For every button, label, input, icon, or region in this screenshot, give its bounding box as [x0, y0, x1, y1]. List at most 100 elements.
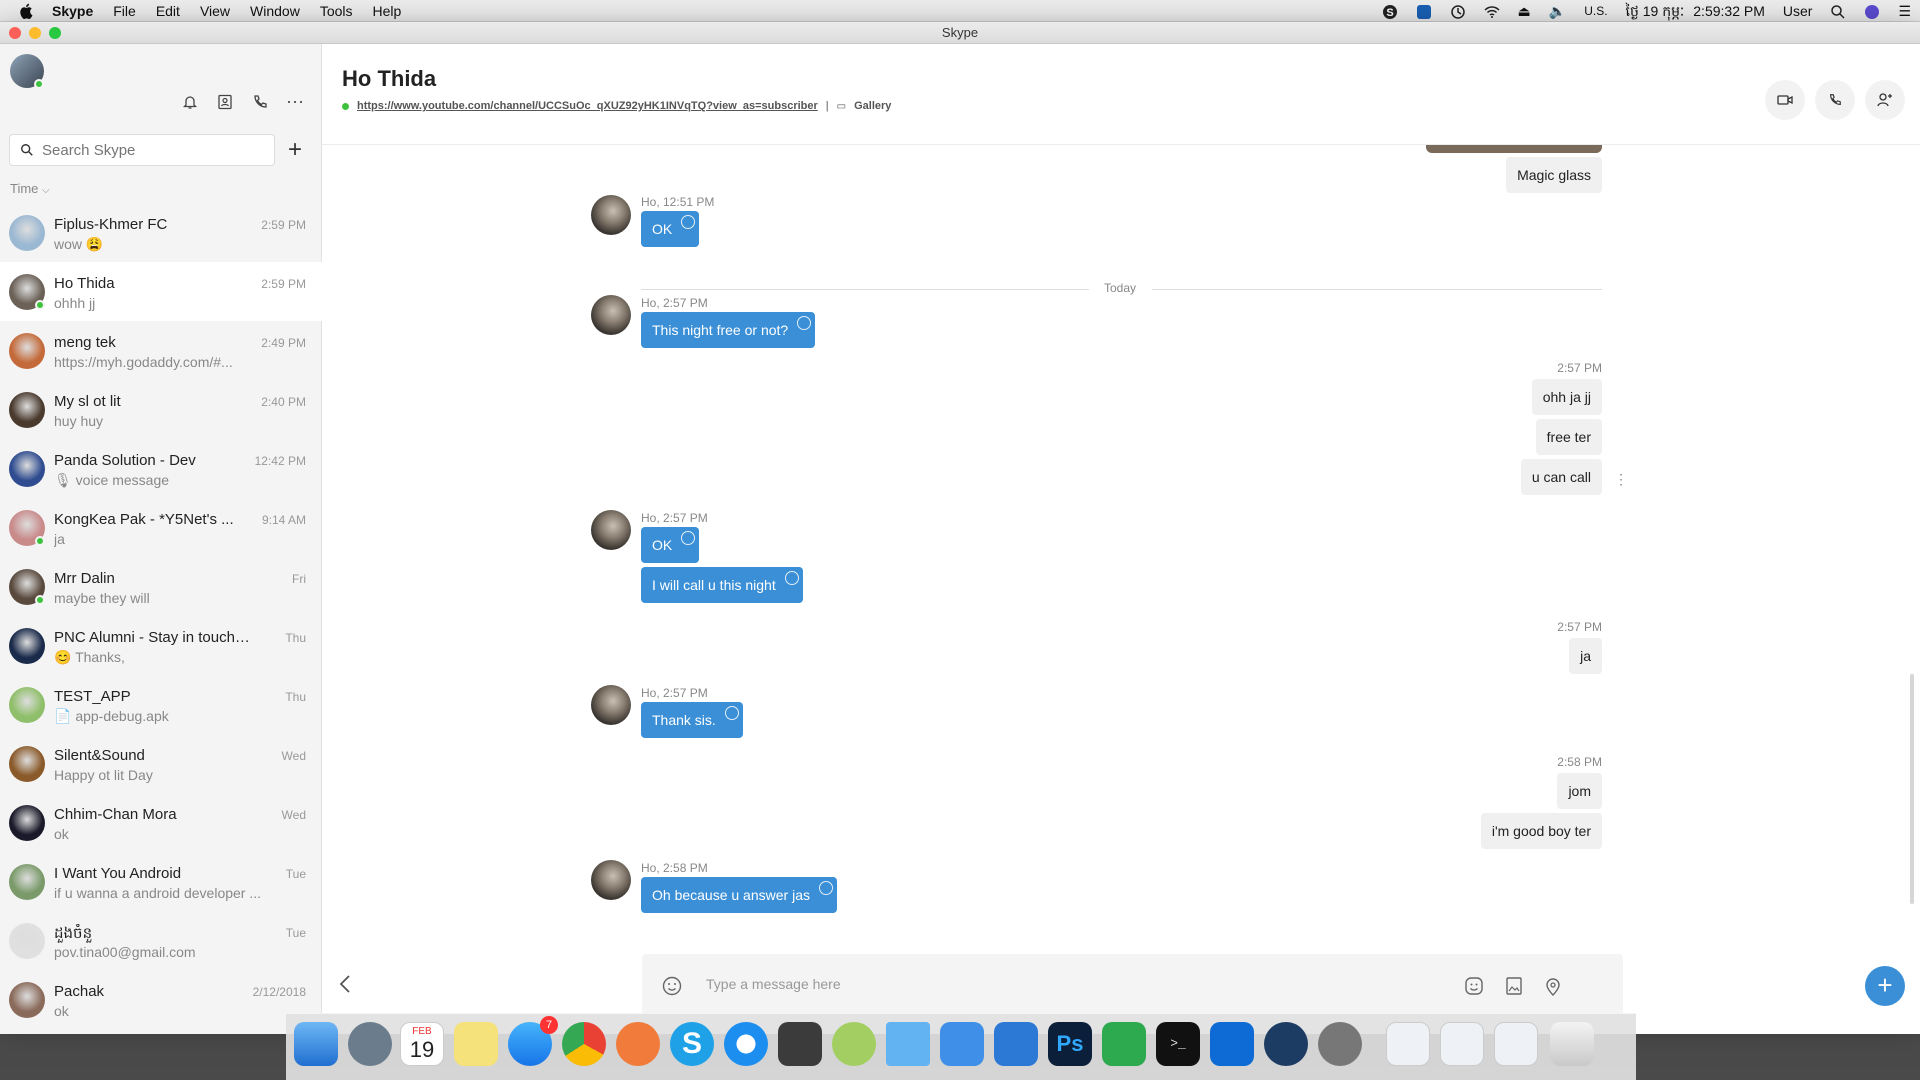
chat-list-item[interactable]: Ho Thida ohhh jj 2:59 PM	[0, 262, 322, 321]
swift-playgrounds-icon[interactable]	[616, 1022, 660, 1066]
message-options-icon[interactable]: ⋮	[1614, 471, 1628, 488]
emoji-icon[interactable]	[662, 976, 682, 1001]
reaction-icon[interactable]	[724, 706, 739, 720]
close-window-button[interactable]	[9, 27, 21, 39]
chat-list-item[interactable]: Mrr Dalin maybe they will Fri	[0, 557, 322, 616]
avatar[interactable]	[591, 685, 631, 725]
menu-app-name[interactable]: Skype	[42, 0, 103, 22]
chat-list-item[interactable]: TEST_APP 📄 app-debug.apk Thu	[0, 675, 322, 734]
calendar-icon[interactable]: FEB 19	[400, 1022, 444, 1066]
recent-document-icon[interactable]	[1386, 1022, 1430, 1066]
chat-list-item[interactable]: Fiplus-Khmer FC wow 😩 2:59 PM	[0, 203, 322, 262]
chat-list-item[interactable]: KongKea Pak - *Y5Net's ... ja 9:14 AM	[0, 498, 322, 557]
message-bubble-in[interactable]: Thank sis.	[641, 702, 743, 738]
siri-icon[interactable]	[1855, 0, 1889, 22]
menu-edit[interactable]: Edit	[146, 0, 190, 22]
menu-user[interactable]: User	[1774, 0, 1822, 22]
recent-document-icon[interactable]	[1494, 1022, 1538, 1066]
folder-icon[interactable]	[886, 1022, 930, 1066]
message-composer[interactable]: Type a message here	[642, 954, 1623, 1018]
input-source[interactable]: U.S.	[1575, 0, 1616, 22]
reaction-icon[interactable]	[797, 316, 812, 330]
facetime-icon[interactable]	[1102, 1022, 1146, 1066]
more-options-icon[interactable]: ⋯	[283, 90, 307, 114]
eject-icon[interactable]: ⏏	[1509, 0, 1540, 22]
chevron-left-icon[interactable]	[338, 974, 352, 999]
search-input[interactable]	[42, 141, 262, 159]
chat-list-item[interactable]: PNC Alumni - Stay in touch to... 😊 Thanks…	[0, 616, 322, 675]
chat-list-item[interactable]: meng tek https://myh.godaddy.com/#... 2:49…	[0, 321, 322, 380]
message-input-placeholder[interactable]: Type a message here	[706, 976, 841, 992]
message-bubble-out[interactable]: free ter	[1535, 419, 1602, 455]
reaction-icon[interactable]	[681, 531, 696, 545]
message-bubble-in[interactable]: OK	[641, 211, 700, 247]
location-pin-icon[interactable]	[1544, 976, 1562, 1001]
calls-icon[interactable]	[248, 90, 272, 114]
reaction-icon[interactable]	[784, 571, 799, 585]
teamviewer-status-icon[interactable]	[1407, 0, 1441, 22]
terminal-icon[interactable]: >_	[1156, 1022, 1200, 1066]
message-bubble-out[interactable]: jom	[1557, 773, 1602, 809]
chat-list-item[interactable]: Chhim-Chan Mora ok Wed	[0, 793, 322, 852]
chat-list-item[interactable]: ដួងចំនួ pov.tina00@gmail.com Tue	[0, 911, 322, 970]
message-bubble-out[interactable]: i'm good boy ter	[1480, 813, 1602, 849]
chrome-icon[interactable]	[562, 1022, 606, 1066]
message-bubble-in[interactable]: OK	[641, 527, 700, 563]
android-studio-icon[interactable]	[832, 1022, 876, 1066]
menu-tools[interactable]: Tools	[310, 0, 363, 22]
chat-list-item[interactable]: Pachak ok 2/12/2018	[0, 970, 322, 1029]
sourcetree-icon[interactable]	[1264, 1022, 1308, 1066]
menu-clock[interactable]: 2:59:32 PM	[1693, 0, 1774, 22]
chat-list-item[interactable]: I Want You Android if u wanna a android d…	[0, 852, 322, 911]
menu-window[interactable]: Window	[240, 0, 310, 22]
message-bubble-out[interactable]: ja	[1569, 638, 1602, 674]
recent-document-icon[interactable]	[1440, 1022, 1484, 1066]
photoshop-icon[interactable]: Ps	[1048, 1022, 1092, 1066]
menu-file[interactable]: File	[103, 0, 146, 22]
reaction-icon[interactable]	[818, 881, 833, 895]
gallery-icon[interactable]: ▭	[837, 101, 846, 112]
bell-icon[interactable]	[178, 90, 202, 114]
new-chat-button[interactable]: +	[288, 138, 302, 162]
system-preferences-icon[interactable]	[1318, 1022, 1362, 1066]
media-gallery-icon[interactable]	[1504, 976, 1524, 1001]
gallery-link[interactable]: Gallery	[854, 100, 891, 112]
message-bubble-out[interactable]: ohh ja jj	[1531, 379, 1602, 415]
avatar[interactable]	[591, 295, 631, 335]
trash-icon[interactable]	[1550, 1022, 1594, 1066]
skype-status-icon[interactable]: S	[1373, 0, 1407, 22]
notification-center-icon[interactable]: ☰	[1889, 0, 1920, 22]
image-attachment[interactable]	[1426, 145, 1602, 153]
apple-icon[interactable]	[18, 2, 36, 20]
launchpad-icon[interactable]	[348, 1022, 392, 1066]
finder-icon[interactable]	[294, 1022, 338, 1066]
teamviewer-icon[interactable]	[1210, 1022, 1254, 1066]
avatar[interactable]	[591, 195, 631, 235]
add-participant-button[interactable]	[1865, 80, 1905, 120]
audio-call-button[interactable]	[1815, 80, 1855, 120]
sublime-text-icon[interactable]	[778, 1022, 822, 1066]
video-call-button[interactable]	[1765, 80, 1805, 120]
notes-icon[interactable]	[454, 1022, 498, 1066]
minimize-window-button[interactable]	[29, 27, 41, 39]
sort-dropdown[interactable]: Time ⌵	[10, 181, 50, 196]
message-bubble-in[interactable]: This night free or not?	[641, 312, 816, 348]
message-bubble-in[interactable]: I will call u this night	[641, 567, 803, 603]
add-content-button[interactable]: +	[1865, 966, 1905, 1006]
app-store-icon[interactable]: 7	[508, 1016, 558, 1066]
xcode-icon[interactable]	[940, 1022, 984, 1066]
avatar[interactable]	[591, 860, 631, 900]
scrollbar-thumb[interactable]	[1910, 674, 1914, 904]
menu-help[interactable]: Help	[363, 0, 412, 22]
timemachine-icon[interactable]	[1441, 0, 1475, 22]
search-box[interactable]	[9, 134, 275, 166]
spotlight-icon[interactable]	[1821, 0, 1855, 22]
menu-date[interactable]: ថ្ងៃ 19 កុម្ភៈ	[1617, 0, 1694, 22]
message-bubble-out[interactable]: Magic glass	[1506, 157, 1602, 193]
skype-icon[interactable]: S	[670, 1022, 714, 1066]
message-bubble-in[interactable]: Oh because u answer jas	[641, 877, 837, 913]
simulator-icon[interactable]	[994, 1022, 1038, 1066]
volume-icon[interactable]: 🔈	[1540, 0, 1575, 22]
chat-list-item[interactable]: My sl ot lit huy huy 2:40 PM	[0, 380, 322, 439]
reaction-icon[interactable]	[681, 215, 696, 229]
